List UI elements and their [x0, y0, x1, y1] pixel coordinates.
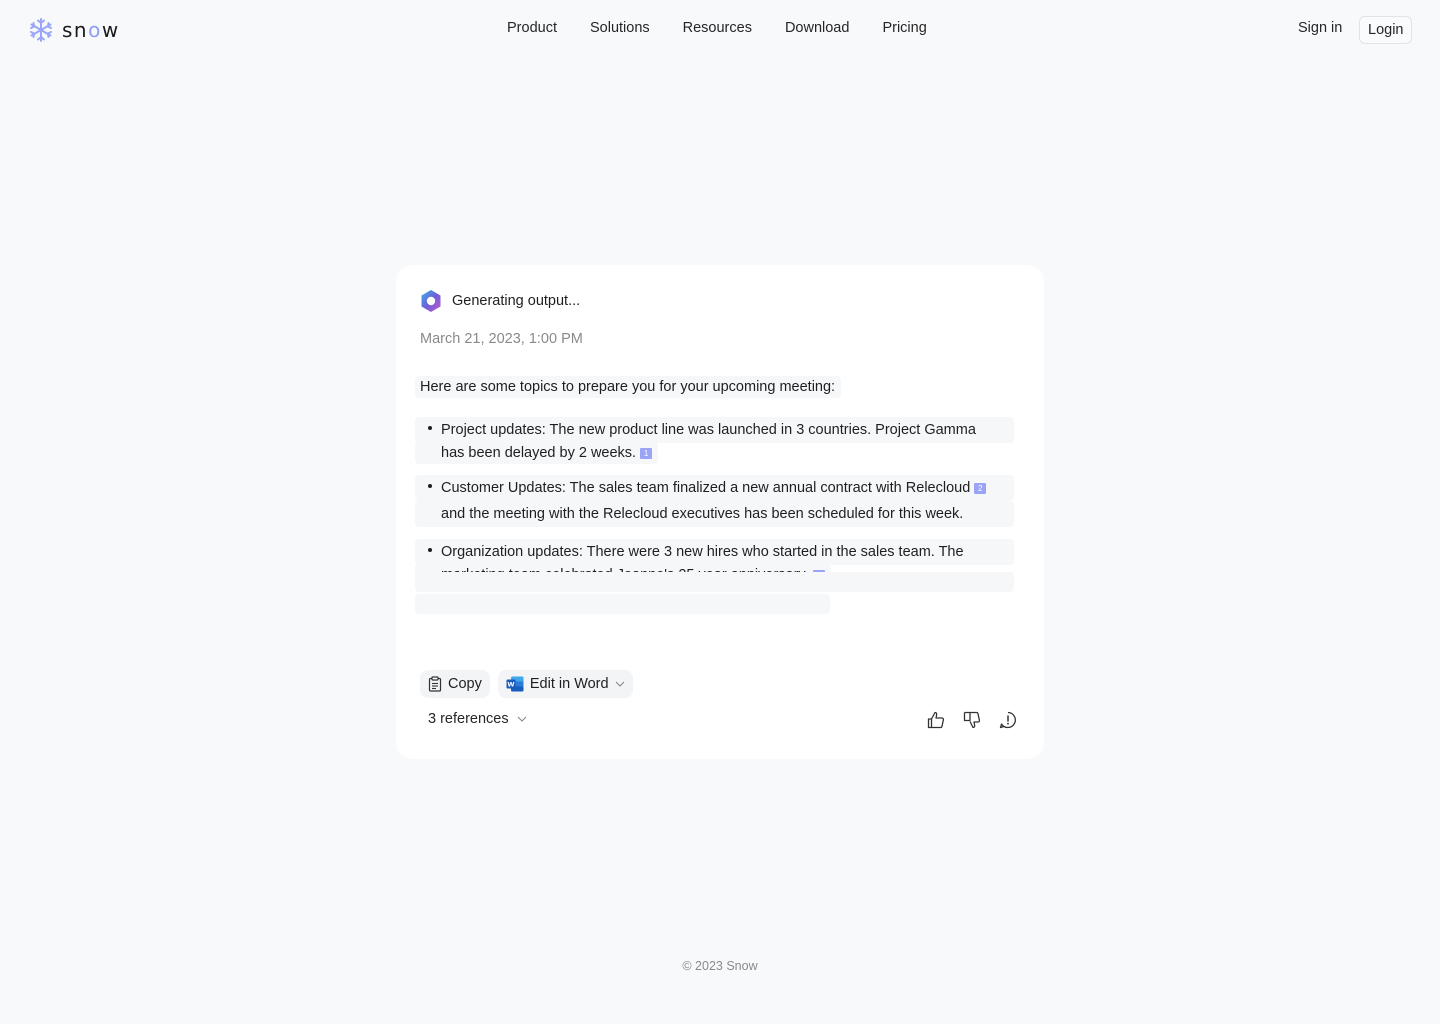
word-icon: W	[506, 676, 524, 692]
action-buttons: Copy W Edit in Word	[420, 670, 633, 698]
nav-product[interactable]: Product	[507, 20, 557, 36]
footer-copyright: © 2023 Snow	[682, 959, 758, 973]
brand-name: snow	[62, 18, 120, 42]
references-toggle[interactable]: 3 references	[428, 711, 527, 727]
loading-skeleton-line	[415, 572, 1014, 592]
list-item: Customer Updates: The sales team finaliz…	[415, 475, 1015, 527]
edit-in-word-button[interactable]: W Edit in Word	[497, 670, 633, 698]
status-text: Generating output...	[452, 293, 581, 309]
status-row: Generating output...	[420, 289, 580, 313]
nav-pricing[interactable]: Pricing	[882, 20, 926, 36]
sign-in-link[interactable]: Sign in	[1298, 20, 1342, 36]
thumbs-down-icon[interactable]	[962, 710, 982, 730]
response-card: Generating output... March 21, 2023, 1:0…	[396, 265, 1044, 759]
intro-text: Here are some topics to prepare you for …	[415, 376, 842, 398]
chevron-down-icon	[615, 681, 624, 687]
top-nav: snow Product Solutions Resources Downloa…	[0, 0, 1440, 60]
nav-solutions[interactable]: Solutions	[590, 20, 650, 36]
chevron-down-icon	[517, 716, 526, 722]
snowflake-icon	[30, 18, 52, 42]
logo[interactable]: snow	[28, 17, 120, 43]
copy-button[interactable]: Copy	[420, 670, 490, 698]
topic-list: Project updates: The new product line wa…	[415, 417, 1015, 597]
login-button[interactable]: Login	[1359, 16, 1413, 44]
reference-badge[interactable]: 2	[974, 483, 987, 494]
clipboard-icon	[428, 676, 442, 692]
timestamp: March 21, 2023, 1:00 PM	[420, 331, 583, 347]
list-item: Project updates: The new product line wa…	[415, 417, 1015, 464]
nav-download[interactable]: Download	[785, 20, 850, 36]
reference-badge[interactable]: 1	[640, 448, 653, 459]
copilot-icon	[421, 290, 441, 312]
loading-skeleton-line	[415, 594, 830, 614]
nav-resources[interactable]: Resources	[683, 20, 752, 36]
report-icon[interactable]	[998, 710, 1018, 730]
feedback-buttons	[926, 710, 1018, 730]
thumbs-up-icon[interactable]	[926, 710, 946, 730]
svg-text:W: W	[507, 681, 514, 689]
nav-links: Product Solutions Resources Download Pri…	[507, 20, 927, 36]
